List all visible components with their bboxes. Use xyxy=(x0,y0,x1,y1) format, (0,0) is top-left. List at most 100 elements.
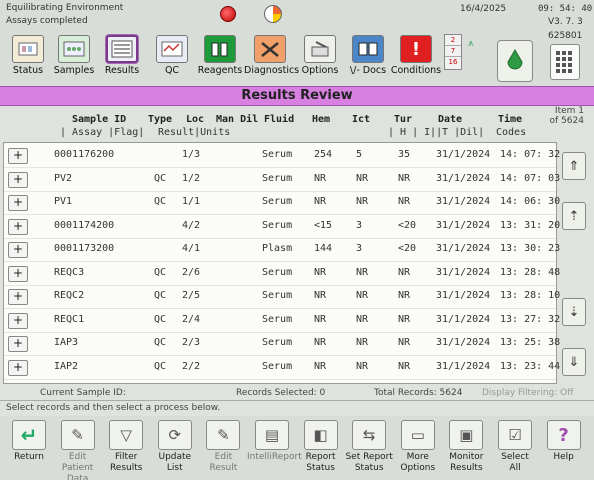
help-button[interactable]: ? Help xyxy=(539,420,589,478)
progress-pie-icon[interactable] xyxy=(264,5,282,23)
cell-hem: NR xyxy=(314,172,327,184)
table-row[interactable]: +0001174200 4/2 Serum <15 3 <20 31/1/2024 13: 3… xyxy=(4,214,560,239)
toolbar-reagents-button[interactable]: Reagents xyxy=(194,34,246,84)
table-row[interactable]: + REQC3 QC 2/6 Serum NR NR NR 31/1/2024 13: 28: 4… xyxy=(4,261,560,286)
page-down-button[interactable]: ⇣ xyxy=(562,298,586,326)
expand-row-button[interactable]: + xyxy=(8,312,28,329)
col-loc[interactable]: Loc xyxy=(186,114,204,125)
more-options-icon: ▭ xyxy=(400,420,435,450)
cell-fluid: Serum xyxy=(262,337,293,348)
table-row[interactable]: + REQC2 QC 2/5 Serum NR NR NR 31/1/2024 13: 28: 1… xyxy=(4,284,560,309)
title-bar: Results Review xyxy=(0,86,594,106)
cell-id: 0001174200 xyxy=(54,219,115,231)
cell-ict: NR xyxy=(356,360,369,372)
cell-id: REQC1 xyxy=(54,313,85,325)
monitor-button[interactable]: ▣ Monitor Results xyxy=(441,420,491,478)
cell-type: QC xyxy=(154,196,167,207)
cell-fluid: Serum xyxy=(262,360,293,372)
set-report-icon: ⇆ xyxy=(352,420,387,450)
return-button[interactable]: ↵ Return xyxy=(4,420,54,478)
cell-time: 13: 31: 20 xyxy=(500,219,561,231)
item-position: Item 1 of 5624 xyxy=(549,106,584,126)
status-icon xyxy=(12,35,44,63)
page-up-button[interactable]: ⇡ xyxy=(562,202,586,230)
cell-ict: NR xyxy=(356,337,369,348)
table-row[interactable]: + IAP2 QC 2/2 Serum NR NR NR 31/1/2024 13: 23: 44 xyxy=(4,355,560,380)
cell-id: IAP2 xyxy=(54,360,79,372)
table-row[interactable]: + IAP3 QC 2/3 Serum NR NR NR 31/1/2024 13: 25: 38 xyxy=(4,331,560,356)
keypad-button[interactable] xyxy=(550,44,580,80)
edit-patient-button[interactable]: ✎ Edit Patient Data xyxy=(53,420,103,480)
col-type[interactable]: Type xyxy=(148,114,172,125)
toolbar-samples-button[interactable]: Samples xyxy=(48,34,100,84)
expand-row-button[interactable]: + xyxy=(8,336,28,352)
scroll-bottom-button[interactable]: ⇓ xyxy=(562,348,586,376)
toolbar-diagnostics-button[interactable]: Diagnostics xyxy=(244,34,299,84)
tools-icon xyxy=(254,35,286,63)
update-button[interactable]: ⟳ Update List xyxy=(150,420,200,478)
col-date[interactable]: Date xyxy=(438,114,462,125)
toolbar-results-button[interactable]: Results xyxy=(96,34,148,84)
total-records: Total Records: 5624 xyxy=(374,388,463,398)
button-label-line2: All xyxy=(509,463,521,473)
expand-row-button[interactable]: + xyxy=(8,265,28,282)
drop-indicator-button[interactable] xyxy=(497,40,533,82)
select-all-button[interactable]: ☑ Select All xyxy=(490,420,540,478)
col-sample-id[interactable]: Sample ID xyxy=(72,114,126,125)
table-row[interactable]: + PV1 QC 1/1 Serum NR NR NR 31/1/2024 14: 06: 30 xyxy=(4,190,560,215)
cell-fluid: Serum xyxy=(262,196,293,207)
toolbar-conditions-button[interactable]: ! Conditions xyxy=(390,34,442,84)
button-label: Return xyxy=(14,452,44,462)
current-time: 09: 54: 40 xyxy=(538,4,593,14)
intellireport-button[interactable]: ▤ IntelliReport xyxy=(247,420,302,478)
button-label-line2: Status xyxy=(354,463,384,473)
toolbar-qc-button[interactable]: QC xyxy=(146,34,198,84)
screen: Equilibrating Environment Assays complet… xyxy=(0,0,594,480)
expand-row-button[interactable]: + xyxy=(8,289,28,305)
expand-row-button[interactable]: + xyxy=(8,218,28,235)
col-tur[interactable]: Tur xyxy=(394,114,412,125)
cell-tur: <20 xyxy=(398,219,417,231)
alert-indicator-icon[interactable] xyxy=(220,6,236,22)
expand-row-button[interactable]: + xyxy=(8,359,28,376)
cell-type: QC xyxy=(154,337,167,348)
col-fluid[interactable]: Fluid xyxy=(264,114,294,125)
toolbar-docs-button[interactable]: \/- Docs xyxy=(342,34,394,84)
cell-time: 13: 27: 32 xyxy=(500,313,561,325)
cell-date: 31/1/2024 xyxy=(436,290,491,301)
expand-row-button[interactable]: + xyxy=(8,195,28,211)
subheader-codes: Codes xyxy=(496,127,527,138)
col-man-dil[interactable]: Man Dil xyxy=(216,114,258,125)
scroll-top-button[interactable]: ⇑ xyxy=(562,152,586,180)
cell-time: 13: 25: 38 xyxy=(500,337,561,348)
scroll-top-icon: ⇑ xyxy=(568,158,580,174)
cell-date: 31/1/2024 xyxy=(436,313,491,325)
table-row[interactable]: + REQC1 QC 2/4 Serum NR NR NR 31/1/2024 13: 27: 3… xyxy=(4,308,560,333)
help-icon: ? xyxy=(546,420,581,450)
table-row[interactable]: +0001176200 1/3 Serum 254 5 35 31/1/2024 14: 07… xyxy=(4,143,560,168)
cell-loc: 1/3 xyxy=(182,149,201,160)
col-time[interactable]: Time xyxy=(498,114,522,125)
toolbar-status-button[interactable]: Status xyxy=(2,34,54,84)
edit-result-button[interactable]: ✎ Edit Result xyxy=(198,420,248,478)
set-report-status-button[interactable]: ⇆ Set Report Status xyxy=(344,420,394,478)
col-ict[interactable]: Ict xyxy=(352,114,370,125)
cell-date: 31/1/2024 xyxy=(436,172,491,184)
cell-time: 14: 07: 03 xyxy=(500,172,561,184)
button-label: Update xyxy=(158,452,192,462)
table-row[interactable]: + PV2 QC 1/2 Serum NR NR NR 31/1/2024 14: 07: 03 xyxy=(4,167,560,192)
report-status-button[interactable]: ◧ Report Status xyxy=(296,420,346,478)
toolbar-options-button[interactable]: Options xyxy=(294,34,346,84)
more-options-button[interactable]: ▭ More Options xyxy=(393,420,443,478)
expand-row-button[interactable]: + xyxy=(8,171,28,188)
table-row[interactable]: +0001173200 4/1 Plasm 144 3 <20 31/1/2024 13: 3… xyxy=(4,237,560,262)
tray-counter[interactable]: 2 7 16 xyxy=(444,34,462,70)
expand-row-button[interactable]: + xyxy=(8,242,28,258)
expand-row-button[interactable]: + xyxy=(8,148,28,164)
filter-button[interactable]: ▽ Filter Results xyxy=(101,420,151,478)
cell-fluid: Serum xyxy=(262,172,293,184)
button-label-line2: List xyxy=(166,463,183,473)
col-hem[interactable]: Hem xyxy=(312,114,330,125)
cell-ict: NR xyxy=(356,290,369,301)
cell-fluid: Serum xyxy=(262,266,293,278)
